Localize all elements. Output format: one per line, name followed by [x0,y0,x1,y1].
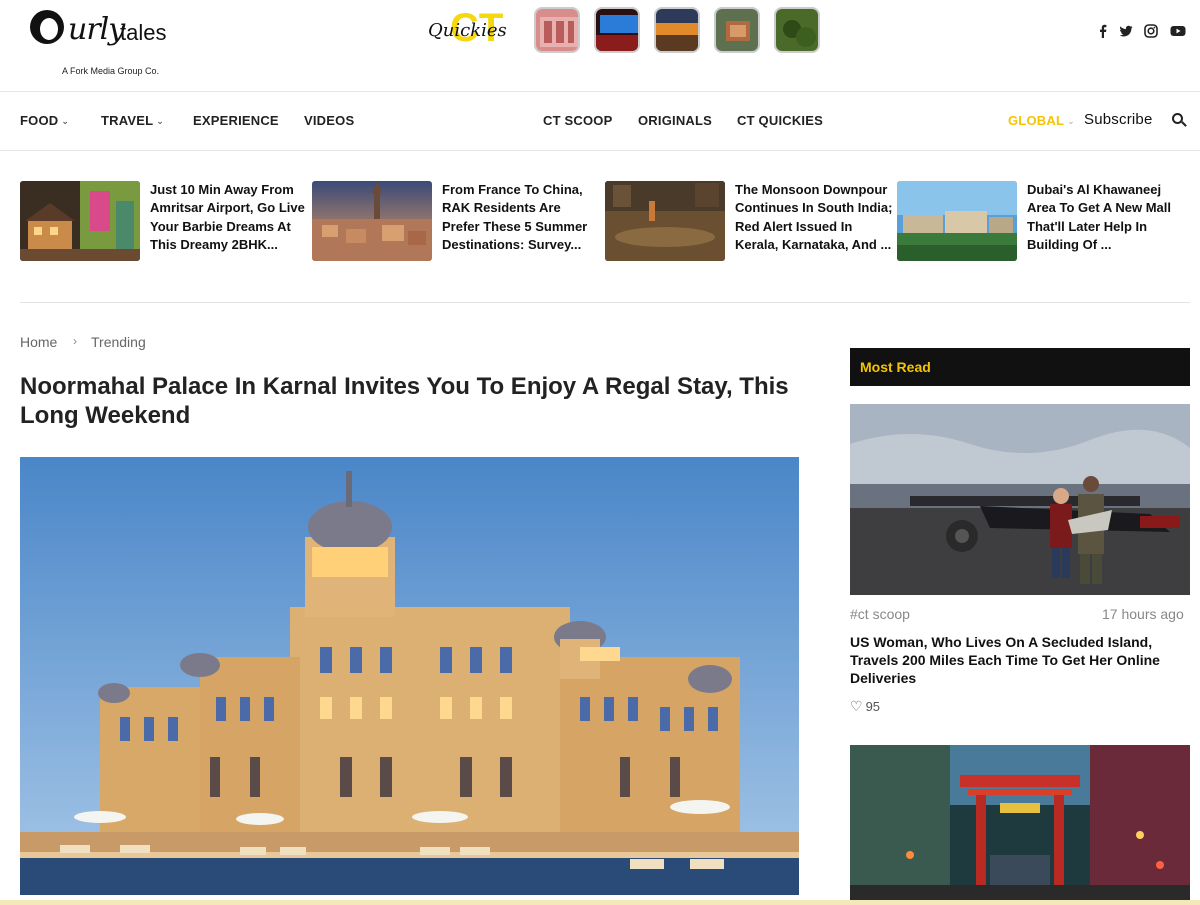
logo-tales: tales [120,20,167,45]
bottom-accent-bar [0,900,1200,905]
facebook-icon[interactable] [1096,24,1110,38]
nav-travel[interactable]: TRAVEL ⌄ [101,113,164,128]
logo-word: urly [68,12,125,47]
trending-image-2 [312,181,432,261]
nav-food-label: FOOD [20,113,59,128]
story-thumb-4[interactable] [714,7,760,53]
chevron-down-icon: ⌄ [156,116,164,126]
youtube-icon[interactable] [1170,24,1186,38]
breadcrumb-separator-icon: › [73,334,77,348]
story-thumb-5-image [776,9,818,51]
like-counter[interactable]: ♡ 95 [850,698,880,715]
story-thumb-3[interactable] [654,7,700,53]
nav-global-dropdown[interactable]: GLOBAL ⌄ [1008,113,1075,128]
heart-icon: ♡ [850,698,863,714]
story-thumb-2-image [596,9,638,51]
logo-subtitle: A Fork Media Group Co. [62,66,160,76]
most-read-tag[interactable]: #ct scoop [850,606,910,622]
most-read-image-2[interactable] [850,745,1190,905]
article-hero-image [20,457,799,895]
most-read-title-link[interactable]: US Woman, Who Lives On A Secluded Island… [850,633,1190,687]
curlytales-logo[interactable]: urly tales A Fork Media Group Co. [28,6,178,82]
trending-card-1[interactable]: Just 10 Min Away From Amritsar Airport, … [20,181,305,271]
logo-face-icon [30,10,64,44]
trending-image-4 [897,181,1017,261]
nav-videos[interactable]: VIDEOS [304,113,354,128]
trending-title-4: Dubai's Al Khawaneej Area To Get A New M… [1027,182,1171,253]
story-thumb-2[interactable] [594,7,640,53]
nav-global-label: GLOBAL [1008,113,1065,128]
story-thumb-1[interactable] [534,7,580,53]
story-thumb-3-image [656,9,698,51]
story-thumb-1-image [536,9,578,51]
ct-quickies-logo[interactable]: CT Quickies [428,6,526,54]
nav-travel-label: TRAVEL [101,113,154,128]
trending-card-3[interactable]: The Monsoon Downpour Continues In South … [605,181,893,271]
nav-originals[interactable]: ORIGINALS [638,113,712,128]
like-count: 95 [865,699,881,714]
nav-ct-quickies[interactable]: CT QUICKIES [737,113,823,128]
top-bar: urly tales A Fork Media Group Co. CT Qui… [0,0,1200,92]
trending-title-3: The Monsoon Downpour Continues In South … [735,182,893,253]
trending-image-3 [605,181,725,261]
article-headline: Noormahal Palace In Karnal Invites You T… [20,373,789,429]
nav-ct-scoop[interactable]: CT SCOOP [543,113,613,128]
instagram-icon[interactable] [1144,24,1158,38]
nav-food[interactable]: FOOD ⌄ [20,113,69,128]
breadcrumb-home[interactable]: Home [20,334,57,350]
quickies-word: Quickies [428,20,507,41]
story-thumb-5[interactable] [774,7,820,53]
trending-title-1: Just 10 Min Away From Amritsar Airport, … [150,182,305,253]
breadcrumb-current[interactable]: Trending [91,334,146,350]
trending-card-2[interactable]: From France To China, RAK Residents Are … [312,181,597,271]
main-nav: FOOD ⌄ TRAVEL ⌄ EXPERIENCE VIDEOS CT SCOOP… [0,92,1200,151]
story-thumb-4-image [716,9,758,51]
most-read-image-1[interactable] [850,404,1190,595]
chevron-down-icon: ⌄ [1067,116,1075,126]
trending-card-4[interactable]: Dubai's Al Khawaneej Area To Get A New M… [897,181,1182,271]
nav-experience[interactable]: EXPERIENCE [193,113,279,128]
trending-image-1 [20,181,140,261]
most-read-header: Most Read [850,348,1190,386]
section-divider [20,302,1190,303]
chevron-down-icon: ⌄ [61,116,70,126]
most-read-time: 17 hours ago [1102,606,1184,622]
most-read-title: Most Read [860,359,931,375]
twitter-icon[interactable] [1119,24,1133,38]
search-icon[interactable] [1172,113,1187,127]
trending-title-2: From France To China, RAK Residents Are … [442,182,588,253]
subscribe-link[interactable]: Subscribe [1084,111,1153,128]
